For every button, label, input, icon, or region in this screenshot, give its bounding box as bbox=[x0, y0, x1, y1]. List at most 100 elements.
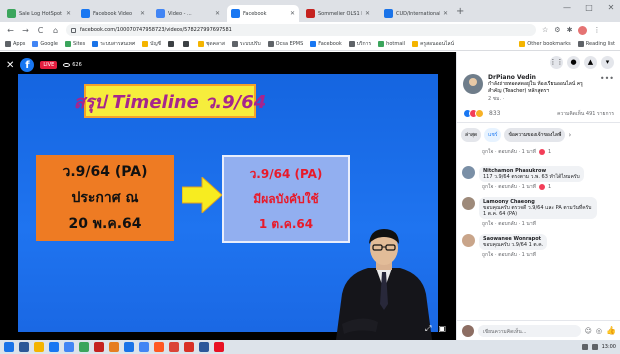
messenger-icon[interactable]: ● bbox=[567, 55, 580, 69]
taskbar-app-icon[interactable] bbox=[109, 342, 119, 352]
menu-kebab-icon[interactable]: ⋮ bbox=[593, 26, 600, 35]
filter-share[interactable]: แชร์ bbox=[484, 128, 502, 142]
bookmark-item[interactable]: Facebook bbox=[310, 41, 342, 47]
puzzle-icon[interactable]: ✱ bbox=[567, 26, 573, 35]
network-icon[interactable] bbox=[581, 344, 588, 350]
tab-close-icon[interactable]: ✕ bbox=[140, 10, 145, 17]
close-video-icon[interactable]: ✕ bbox=[6, 60, 14, 71]
tab-close-icon[interactable]: ✕ bbox=[290, 10, 295, 17]
bookmark-item[interactable]: Ocsa EPMS bbox=[267, 41, 303, 47]
taskbar-app-icon[interactable] bbox=[139, 342, 149, 352]
browser-tab[interactable]: Sommelier OLS1 Intern...✕ bbox=[302, 5, 374, 22]
comment-reaction-count[interactable]: 1 bbox=[548, 184, 551, 190]
taskbar-app-icon[interactable] bbox=[19, 342, 29, 352]
taskbar-app-icon[interactable] bbox=[34, 342, 44, 352]
care-reaction-icon bbox=[475, 109, 484, 118]
facebook-logo[interactable]: f bbox=[20, 58, 35, 72]
tab-close-icon[interactable]: ✕ bbox=[66, 10, 71, 17]
comment-body: Nitchamon Phasukrow 117 ว.9/64 ตรงตาม ว.พ… bbox=[479, 166, 615, 191]
tab-strip: + — □ ✕ Sale Log HotSpot Wifi✕Facebook V… bbox=[0, 0, 620, 22]
comment-input[interactable]: เขียนความคิดเห็น... bbox=[478, 324, 581, 337]
start-button[interactable] bbox=[4, 342, 14, 352]
url-input[interactable]: facebook.com/100070747958723/videos/5782… bbox=[66, 24, 536, 36]
bookmark-star-icon[interactable]: ☆ bbox=[542, 26, 548, 35]
fullscreen-icon[interactable]: ⤢ bbox=[425, 324, 431, 334]
bookmark-item[interactable]: บริการ bbox=[348, 40, 371, 48]
bookmark-item[interactable]: Apps bbox=[5, 41, 25, 47]
browser-tab[interactable]: Facebook Video ✕ bbox=[77, 5, 149, 22]
bookmark-item[interactable]: ชุดคลาส bbox=[197, 40, 225, 48]
post-meta: DrPiano Vedin กำลังถ่ายทอดสดอยู่ใน ห้องเ… bbox=[488, 74, 595, 103]
picture-in-picture-icon[interactable]: ▣ bbox=[438, 324, 446, 334]
taskbar-app-icon[interactable] bbox=[64, 342, 74, 352]
video-player[interactable]: ✕ f LIVE 626 สรุป Timeline ว.9/64 ว.9/64… bbox=[0, 52, 456, 340]
maximize-button[interactable]: □ bbox=[582, 3, 596, 12]
chevron-right-icon[interactable]: › bbox=[568, 131, 571, 139]
bookmark-item[interactable]: ครูสอนออนไลน์ bbox=[412, 40, 454, 48]
browser-tab[interactable]: Video - ... ✕ bbox=[152, 5, 224, 22]
taskbar-app-icon[interactable] bbox=[184, 342, 194, 352]
comment-action-links[interactable]: ถูกใจ · ตอบกลับ · 1 นาที bbox=[482, 183, 536, 191]
filter-host-messages[interactable]: ข้อความของเจ้าของไลฟ์ bbox=[504, 128, 566, 142]
bookmark-item[interactable] bbox=[167, 41, 176, 47]
back-button[interactable]: ← bbox=[6, 26, 15, 35]
filter-latest[interactable]: ล่าสุด bbox=[461, 128, 482, 142]
browser-tab[interactable]: CUD/International Bac...✕ bbox=[380, 5, 452, 22]
taskbar-app-icon[interactable] bbox=[79, 342, 89, 352]
bookmark-item[interactable]: ระบบสารสนเทศ bbox=[92, 40, 135, 48]
gif-icon[interactable]: ◎ bbox=[596, 327, 602, 335]
bookmark-item[interactable]: hotmail bbox=[378, 41, 405, 47]
browser-tab[interactable]: Sale Log HotSpot Wifi✕ bbox=[3, 5, 75, 22]
volume-icon[interactable] bbox=[591, 344, 598, 350]
reload-button[interactable]: C bbox=[36, 26, 45, 35]
forward-button[interactable]: → bbox=[21, 26, 30, 35]
reaction-icons[interactable] bbox=[463, 109, 484, 118]
extension-icon[interactable]: ⚙ bbox=[554, 26, 560, 35]
commenter-avatar[interactable] bbox=[462, 197, 475, 210]
account-dropdown-icon[interactable]: ▾ bbox=[601, 55, 614, 69]
notifications-icon[interactable]: ▲ bbox=[584, 55, 597, 69]
bookmark-item[interactable] bbox=[182, 41, 191, 47]
comment-count[interactable]: ความคิดเห็น 491 รายการ bbox=[557, 110, 614, 118]
profile-avatar[interactable] bbox=[578, 25, 588, 35]
comment-action-links[interactable]: ถูกใจ · ตอบกลับ · 1 นาที bbox=[482, 148, 536, 156]
commenter-avatar[interactable] bbox=[462, 166, 475, 179]
bookmark-item[interactable]: บัญชี bbox=[142, 40, 161, 48]
comment-action-links[interactable]: ถูกใจ · ตอบกลับ · 1 นาที bbox=[482, 220, 536, 228]
minimize-button[interactable]: — bbox=[560, 3, 574, 12]
tab-close-icon[interactable]: ✕ bbox=[365, 10, 370, 17]
new-tab-button[interactable]: + bbox=[456, 6, 464, 17]
taskbar-app-icon[interactable] bbox=[49, 342, 59, 352]
reaction-count[interactable]: 833 bbox=[489, 110, 500, 117]
taskbar-app-icon[interactable] bbox=[169, 342, 179, 352]
viewer-count: 626 bbox=[63, 62, 82, 68]
commenter-avatar[interactable] bbox=[462, 234, 475, 247]
taskbar-app-icon[interactable] bbox=[154, 342, 164, 352]
browser-tab[interactable]: Facebook ✕ bbox=[227, 5, 299, 22]
bookmark-item[interactable]: ระบบปรับ bbox=[231, 40, 261, 48]
tab-close-icon[interactable]: ✕ bbox=[443, 10, 448, 17]
bookmark-item[interactable]: Sites bbox=[65, 41, 85, 47]
tab-title: CUD/International Bac... bbox=[396, 10, 440, 17]
reading-list[interactable]: Reading list bbox=[577, 41, 615, 47]
more-options-icon[interactable]: ••• bbox=[600, 74, 614, 83]
emoji-icon[interactable]: ☺ bbox=[585, 327, 592, 335]
page-avatar[interactable] bbox=[463, 74, 483, 94]
post-author[interactable]: DrPiano Vedin bbox=[488, 74, 595, 81]
clock[interactable]: 13:00 bbox=[602, 344, 616, 350]
comment-reaction-count[interactable]: 1 bbox=[548, 149, 551, 155]
grid-menu-icon[interactable]: ⋮⋮ bbox=[550, 55, 564, 69]
other-bookmarks[interactable]: Other bookmarks bbox=[519, 41, 571, 47]
tab-favicon-icon bbox=[306, 9, 315, 18]
home-button[interactable]: ⌂ bbox=[51, 26, 60, 35]
bookmark-item[interactable]: Google bbox=[32, 41, 58, 47]
close-window-button[interactable]: ✕ bbox=[604, 3, 618, 12]
like-thumb-icon[interactable]: 👍 bbox=[606, 326, 616, 335]
taskbar-app-icon[interactable] bbox=[124, 342, 134, 352]
taskbar-app-icon[interactable] bbox=[199, 342, 209, 352]
comment-action-links[interactable]: ถูกใจ · ตอบกลับ · 1 นาที bbox=[482, 251, 536, 259]
post-time[interactable]: 2 ชม. · bbox=[488, 95, 595, 103]
taskbar-app-icon[interactable] bbox=[214, 342, 224, 352]
tab-close-icon[interactable]: ✕ bbox=[215, 10, 220, 17]
taskbar-app-icon[interactable] bbox=[94, 342, 104, 352]
